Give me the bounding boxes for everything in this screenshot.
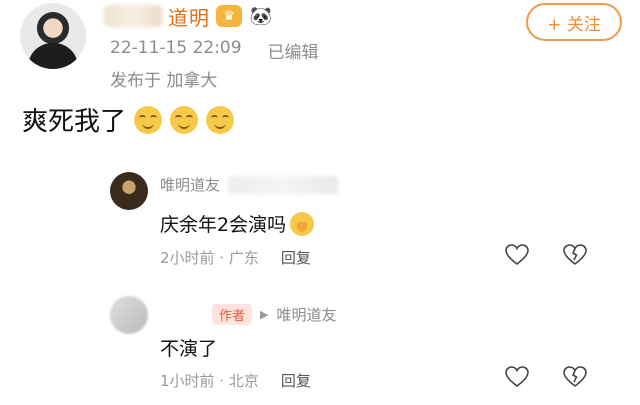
- panda-badge-icon: 🐼: [249, 5, 273, 27]
- reply-text: 庆余年2会演吗: [160, 210, 315, 237]
- reply-time-location: 2小时前 · 广东: [160, 249, 259, 267]
- blurred-name-part: [104, 5, 162, 27]
- reply-author-name: 唯明道友: [160, 176, 221, 194]
- grin-emoji-icon: [134, 105, 163, 134]
- dislike-broken-heart-icon[interactable]: [563, 366, 587, 388]
- reply-avatar[interactable]: [110, 296, 148, 334]
- reply-avatar[interactable]: [110, 172, 148, 210]
- reply-meta: 2小时前 · 广东 回复: [160, 247, 311, 268]
- reply-text-content: 不演了: [160, 338, 218, 360]
- reply-text: 不演了: [160, 334, 217, 361]
- like-heart-icon[interactable]: [505, 366, 529, 388]
- reply-author[interactable]: 作者 ▶ 唯明道友: [212, 304, 337, 325]
- reply-item: 作者 ▶ 唯明道友 不演了 1小时前 · 北京 回复: [110, 296, 630, 396]
- post-timestamp: 22-11-15 22:09: [110, 38, 242, 58]
- reply-meta: 1小时前 · 北京 回复: [160, 370, 311, 391]
- follow-label: + 关注: [547, 14, 601, 35]
- blurred-name-part: [228, 175, 339, 194]
- avatar-figure: [28, 43, 78, 69]
- reply-item: 唯明道友 庆余年2会演吗 2小时前 · 广东 回复: [110, 172, 630, 272]
- post-location: 发布于 加拿大: [110, 71, 218, 91]
- reply-author[interactable]: 唯明道友: [160, 174, 339, 195]
- reply-button[interactable]: 回复: [281, 247, 311, 268]
- pray-emoji-icon: [290, 211, 315, 236]
- dislike-broken-heart-icon[interactable]: [563, 244, 587, 266]
- weibo-post-page: 道明 ♛ 🐼 22-11-15 22:09 已编辑 发布于 加拿大 + 关注 爽…: [0, 0, 640, 405]
- reply-to-name: 唯明道友: [276, 306, 337, 324]
- author-tag-badge: 作者: [212, 304, 253, 325]
- post-body: 爽死我了: [22, 101, 235, 138]
- post-text: 爽死我了: [22, 107, 127, 137]
- reply-button[interactable]: 回复: [281, 370, 311, 391]
- grin-emoji-icon: [206, 105, 235, 134]
- reply-to-arrow-icon: ▶: [260, 308, 269, 321]
- author-avatar[interactable]: [20, 3, 86, 69]
- crown-badge-icon: ♛: [216, 5, 242, 27]
- author-name-text: 道明: [168, 5, 210, 30]
- author-name[interactable]: 道明 ♛ 🐼: [104, 2, 274, 30]
- post-meta: 22-11-15 22:09 已编辑: [110, 38, 319, 63]
- reply-text-content: 庆余年2会演吗: [160, 214, 287, 236]
- edited-label: 已编辑: [267, 43, 319, 63]
- follow-button[interactable]: + 关注: [526, 3, 622, 41]
- like-heart-icon[interactable]: [505, 244, 529, 266]
- reply-time-location: 1小时前 · 北京: [160, 372, 259, 390]
- grin-emoji-icon: [170, 105, 199, 134]
